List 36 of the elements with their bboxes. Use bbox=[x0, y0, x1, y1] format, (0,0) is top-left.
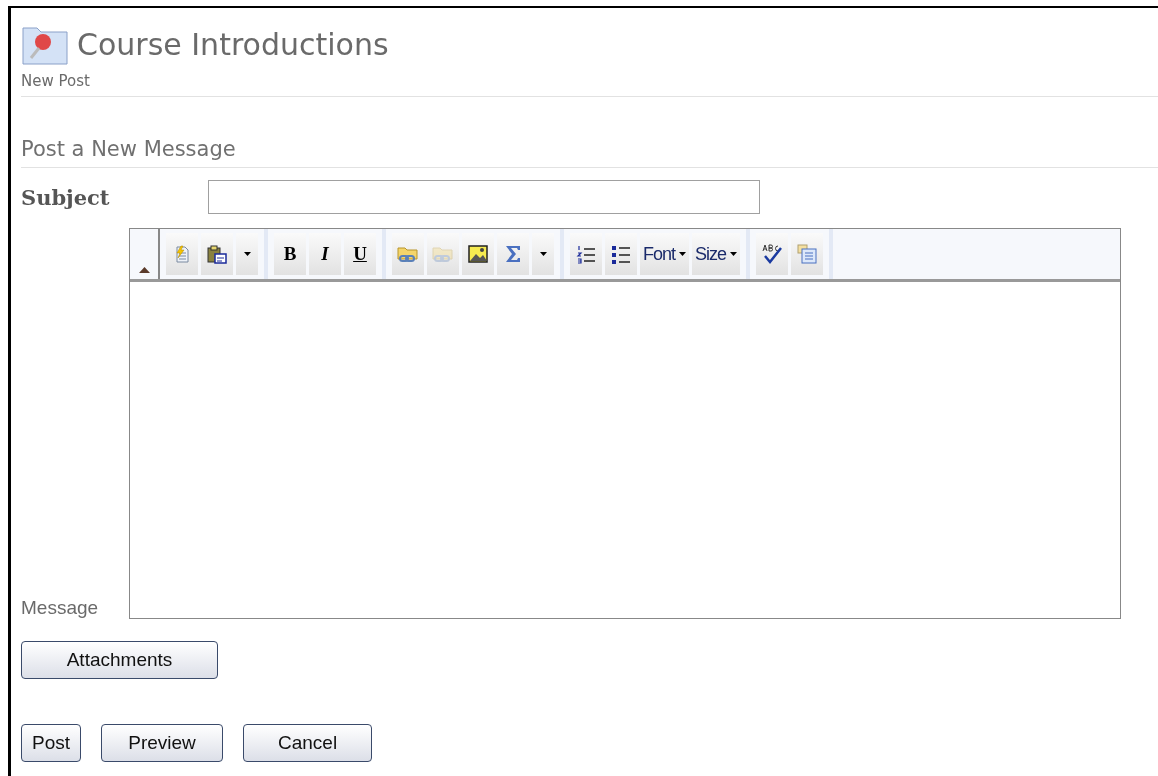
folder-link-icon bbox=[397, 244, 419, 264]
subject-field[interactable] bbox=[208, 180, 760, 214]
caret-icon bbox=[679, 252, 687, 256]
clipboard-icon bbox=[207, 244, 227, 264]
page-title: Course Introductions bbox=[77, 26, 389, 62]
image-icon bbox=[468, 245, 488, 263]
folder-link-icon bbox=[432, 244, 454, 264]
caret-icon bbox=[539, 252, 547, 256]
dropdown-button[interactable]: Font bbox=[640, 233, 690, 275]
action-button[interactable]: Preview bbox=[101, 724, 224, 762]
sigma-icon bbox=[503, 244, 523, 264]
toolbar-button[interactable] bbox=[605, 233, 637, 275]
document-icon bbox=[173, 245, 191, 263]
collapse-icon[interactable] bbox=[138, 267, 150, 273]
caret-icon bbox=[243, 252, 251, 256]
section-title: Post a New Message bbox=[21, 137, 237, 161]
spell-check-icon bbox=[761, 243, 784, 265]
action-button[interactable]: Post bbox=[21, 724, 82, 762]
attachments-button[interactable]: Attachments bbox=[21, 641, 218, 679]
breadcrumb: New Post bbox=[21, 72, 91, 90]
numbered-list-icon bbox=[576, 244, 596, 264]
format-button[interactable]: U bbox=[344, 233, 376, 275]
format-button[interactable]: B bbox=[274, 233, 306, 275]
toolbar-button[interactable] bbox=[497, 233, 529, 275]
toolbar-button[interactable] bbox=[570, 233, 602, 275]
subject-label: Subject bbox=[21, 184, 111, 210]
message-label: Message bbox=[21, 597, 100, 619]
toolbar-button[interactable] bbox=[201, 233, 233, 275]
dropdown-button[interactable]: Size bbox=[692, 233, 741, 275]
document-list-icon bbox=[797, 244, 818, 264]
action-button[interactable]: Cancel bbox=[243, 724, 373, 762]
toolbar-button[interactable] bbox=[462, 233, 494, 275]
caret-icon bbox=[730, 252, 738, 256]
format-button[interactable]: I bbox=[309, 233, 341, 275]
bulleted-list-icon bbox=[611, 244, 631, 264]
toolbar-button[interactable] bbox=[756, 233, 789, 275]
